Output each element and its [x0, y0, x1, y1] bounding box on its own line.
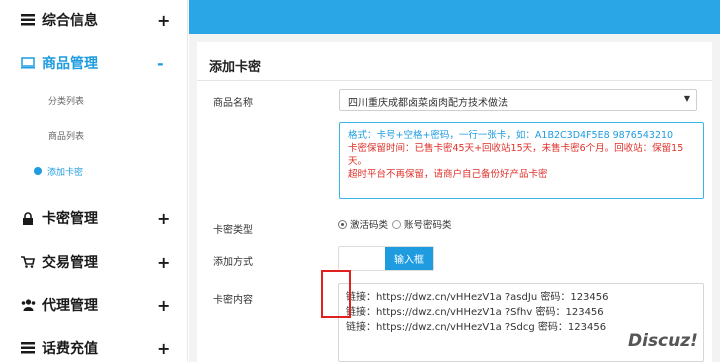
- sidebar-subitem-label: 添加卡密: [47, 167, 84, 178]
- radio-activation-code-label: 激活码类: [350, 220, 389, 231]
- top-bar: [189, 0, 720, 34]
- radio-activation-code[interactable]: [338, 219, 347, 229]
- sidebar: 综合信息 + 商品管理 - 分类列表 商品列表 添加卡密 卡密管理 + 交易管理…: [0, 0, 188, 362]
- add-method-toggle[interactable]: 输入框: [338, 246, 434, 271]
- sidebar-subitem-product-list[interactable]: 商品列表: [0, 122, 188, 148]
- users-icon: [20, 297, 36, 313]
- expand-icon[interactable]: +: [157, 209, 170, 228]
- expand-icon[interactable]: +: [157, 296, 170, 315]
- add-method-label: 添加方式: [213, 257, 253, 268]
- form-panel: 添加卡密 商品名称 四川重庆成都卤菜卤肉配方技术做法 ▼ 格式：卡号+空格+密码…: [197, 42, 712, 362]
- card-type-radios: 激活码类 账号密码类: [338, 217, 452, 231]
- format-hint-box: 格式：卡号+空格+密码，一行一张卡，如：A1B2C3D4F5E8 9876543…: [339, 122, 704, 199]
- expand-icon[interactable]: +: [157, 11, 170, 30]
- watermark-logo: Discuz!: [628, 331, 698, 351]
- card-type-label: 卡密类型: [213, 225, 253, 236]
- sidebar-item-label: 交易管理: [42, 255, 98, 271]
- sidebar-item-label: 话费充值: [42, 341, 98, 357]
- sidebar-item-transactions[interactable]: 交易管理 +: [0, 242, 188, 282]
- sidebar-item-recharge[interactable]: 话费充值 +: [0, 328, 188, 362]
- collapse-icon[interactable]: -: [157, 54, 164, 73]
- content-line: 链接：https://dwz.cn/vHHezV1a ?Sfhv 密码：1234…: [346, 307, 604, 318]
- highlight-box: [321, 270, 351, 318]
- expand-icon[interactable]: +: [157, 253, 170, 272]
- hint-backup: 超时平台不再保留，请商户自己备份好产品卡密: [348, 169, 548, 180]
- list-icon: [20, 340, 36, 356]
- hint-retention: 卡密保留时间：已售卡密45天+回收站15天，未售卡密6个月。回收站：保留15天。: [348, 143, 684, 167]
- lock-icon: [20, 210, 36, 226]
- sidebar-item-overview[interactable]: 综合信息 +: [0, 0, 188, 40]
- sidebar-item-label: 卡密管理: [42, 211, 98, 227]
- sidebar-item-agents[interactable]: 代理管理 +: [0, 285, 188, 325]
- product-select[interactable]: 四川重庆成都卤菜卤肉配方技术做法 ▼: [339, 89, 697, 111]
- sidebar-subitem-add-card[interactable]: 添加卡密: [0, 158, 188, 184]
- sidebar-item-label: 商品管理: [42, 56, 98, 72]
- sidebar-subitem-categories[interactable]: 分类列表: [0, 87, 188, 113]
- radio-account-password-label: 账号密码类: [404, 220, 452, 231]
- expand-icon[interactable]: +: [157, 339, 170, 358]
- page-title: 添加卡密: [209, 60, 262, 75]
- hint-format: 格式：卡号+空格+密码，一行一张卡，如：A1B2C3D4F5E8 9876543…: [348, 130, 674, 141]
- cart-icon: [20, 254, 36, 270]
- chevron-down-icon: ▼: [683, 94, 690, 103]
- list-icon: [20, 12, 36, 28]
- sidebar-item-label: 代理管理: [42, 298, 98, 314]
- sidebar-item-products[interactable]: 商品管理 -: [0, 43, 188, 83]
- card-content-label: 卡密内容: [213, 295, 253, 306]
- product-label: 商品名称: [213, 98, 253, 109]
- product-select-value: 四川重庆成都卤菜卤肉配方技术做法: [348, 98, 508, 109]
- input-box-button[interactable]: 输入框: [385, 247, 433, 270]
- sidebar-item-label: 综合信息: [42, 13, 98, 29]
- toggle-off-segment[interactable]: [339, 247, 385, 270]
- sidebar-item-cards[interactable]: 卡密管理 +: [0, 198, 188, 238]
- active-dot-icon: [34, 167, 42, 175]
- divider: [197, 80, 712, 81]
- monitor-icon: [20, 55, 36, 71]
- radio-account-password[interactable]: [392, 219, 402, 229]
- main-content: 添加卡密 商品名称 四川重庆成都卤菜卤肉配方技术做法 ▼ 格式：卡号+空格+密码…: [189, 34, 720, 362]
- content-line: 链接：https://dwz.cn/vHHezV1a ?asdJu 密码：123…: [346, 292, 609, 303]
